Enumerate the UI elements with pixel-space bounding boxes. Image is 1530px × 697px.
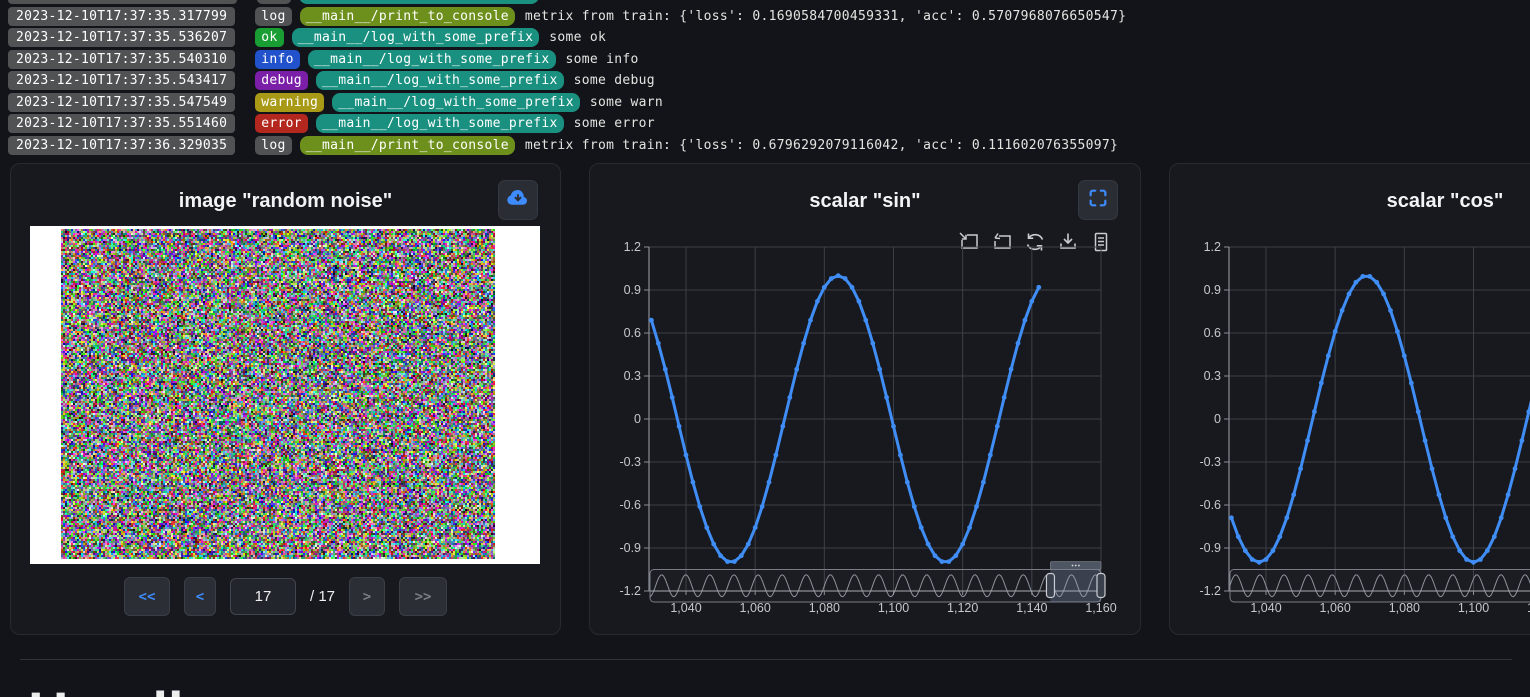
log-level-badge: error bbox=[255, 114, 308, 133]
svg-text:1,040: 1,040 bbox=[1250, 601, 1281, 615]
svg-text:0: 0 bbox=[1214, 412, 1221, 426]
log-level-badge: ok bbox=[255, 28, 283, 47]
log-message: some error bbox=[574, 116, 655, 131]
svg-text:1,100: 1,100 bbox=[878, 601, 909, 615]
log-row: 2023-12-10T17:37:36.329035 log __main__/… bbox=[8, 136, 1530, 155]
log-message: metrix from train: {'loss': 0.1690584700… bbox=[525, 9, 1126, 24]
datazoom-left-handle[interactable] bbox=[1046, 574, 1054, 598]
page-total-label: / 17 bbox=[310, 588, 335, 605]
svg-text:1,060: 1,060 bbox=[1320, 601, 1351, 615]
image-card-title: image "random noise" bbox=[11, 190, 560, 213]
section-divider bbox=[20, 659, 1512, 660]
log-row: 2023-12-10T17:37:35.543417 debug __main_… bbox=[8, 71, 1530, 90]
cloud-download-button[interactable] bbox=[498, 180, 538, 220]
datazoom-right-handle[interactable] bbox=[1097, 574, 1105, 598]
random-noise-image bbox=[61, 229, 495, 559]
log-row bbox=[8, 0, 1530, 4]
image-frame bbox=[30, 226, 540, 564]
log-row: 2023-12-10T17:37:35.547549 warning __mai… bbox=[8, 93, 1530, 112]
image-card: image "random noise" << < / 17 > >> bbox=[10, 163, 561, 635]
svg-text:-0.6: -0.6 bbox=[1199, 498, 1221, 512]
svg-text:1,120: 1,120 bbox=[947, 601, 978, 615]
log-message: some info bbox=[566, 52, 639, 67]
log-timestamp: 2023-12-10T17:37:35.536207 bbox=[8, 28, 235, 47]
svg-text:0.6: 0.6 bbox=[624, 326, 641, 340]
log-row: 2023-12-10T17:37:35.536207 ok __main__/l… bbox=[8, 28, 1530, 47]
svg-text:0.9: 0.9 bbox=[624, 283, 641, 297]
svg-text:0.3: 0.3 bbox=[1204, 369, 1221, 383]
log-message: metrix from train: {'loss': 0.6796292079… bbox=[525, 138, 1118, 153]
svg-text:1,080: 1,080 bbox=[809, 601, 840, 615]
dashboard: 2023-12-10T17:37:35.317799 log __main__/… bbox=[0, 0, 1530, 697]
log-row: 2023-12-10T17:37:35.540310 info __main__… bbox=[8, 50, 1530, 69]
first-page-button[interactable]: << bbox=[124, 577, 170, 616]
svg-text:-0.3: -0.3 bbox=[619, 455, 641, 469]
page-number-input[interactable] bbox=[230, 578, 296, 615]
log-row: 2023-12-10T17:37:35.317799 log __main__/… bbox=[8, 7, 1530, 26]
svg-text:1,080: 1,080 bbox=[1389, 601, 1420, 615]
log-source-badge: __main__/log_with_some_prefix bbox=[332, 93, 580, 112]
log-source-badge: __main__/print_to_console bbox=[300, 7, 515, 26]
svg-text:1,040: 1,040 bbox=[670, 601, 701, 615]
log-source-badge: __main__/log_with_some_prefix bbox=[316, 71, 564, 90]
log-source-badge: __main__/log_with_some_prefix bbox=[316, 114, 564, 133]
svg-text:1,140: 1,140 bbox=[1016, 601, 1047, 615]
svg-text:1,100: 1,100 bbox=[1458, 601, 1489, 615]
svg-text:0.6: 0.6 bbox=[1204, 326, 1221, 340]
sin-chart[interactable]: 1.2 0.9 0.6 0.3 0 -0.3 -0.6 -0.9 -1.2 1,040 1,060 1… bbox=[590, 164, 1142, 634]
scalar-cos-card: scalar "cos" 1.20.90.60.30-0.3-0.6-0.9-1… bbox=[1169, 163, 1530, 635]
svg-text:-1.2: -1.2 bbox=[619, 584, 641, 598]
log-source-badge: __main__/log_with_some_prefix bbox=[308, 50, 556, 69]
svg-text:-0.3: -0.3 bbox=[1199, 455, 1221, 469]
log-timestamp: 2023-12-10T17:37:35.551460 bbox=[8, 114, 235, 133]
log-row: 2023-12-10T17:37:35.551460 error __main_… bbox=[8, 114, 1530, 133]
svg-text:-1.2: -1.2 bbox=[1199, 584, 1221, 598]
log-source-badge: __main__/log_with_some_prefix bbox=[292, 28, 540, 47]
log-source-badge bbox=[299, 0, 539, 4]
log-message: some warn bbox=[590, 95, 663, 110]
datazoom-selection[interactable] bbox=[1050, 570, 1101, 603]
log-console: 2023-12-10T17:37:35.317799 log __main__/… bbox=[8, 0, 1530, 157]
svg-text:1.2: 1.2 bbox=[624, 240, 641, 254]
svg-text:-0.9: -0.9 bbox=[1199, 541, 1221, 555]
log-message: some debug bbox=[574, 73, 655, 88]
log-level-badge: info bbox=[255, 50, 300, 69]
scalar-sin-card: scalar "sin" bbox=[589, 163, 1141, 635]
cos-chart[interactable]: 1.2 0.9 0.6 0.3 0 -0.3 -0.6 -0.9 -1.2 1,040 1,060 1… bbox=[1170, 164, 1530, 634]
log-timestamp: 2023-12-10T17:37:35.317799 bbox=[8, 7, 235, 26]
svg-text:0: 0 bbox=[634, 412, 641, 426]
svg-text:1.2: 1.2 bbox=[1204, 240, 1221, 254]
image-pagination: << < / 17 > >> bbox=[11, 578, 560, 615]
next-page-button[interactable]: > bbox=[349, 577, 385, 616]
log-timestamp: 2023-12-10T17:37:35.540310 bbox=[8, 50, 235, 69]
svg-text:1,060: 1,060 bbox=[740, 601, 771, 615]
cloud-download-icon bbox=[505, 185, 531, 216]
log-timestamp bbox=[8, 0, 237, 4]
log-timestamp: 2023-12-10T17:37:35.547549 bbox=[8, 93, 235, 112]
svg-text:-0.6: -0.6 bbox=[619, 498, 641, 512]
prev-page-button[interactable]: < bbox=[184, 577, 216, 616]
log-level-badge: log bbox=[255, 136, 291, 155]
svg-text:0.3: 0.3 bbox=[624, 369, 641, 383]
log-timestamp: 2023-12-10T17:37:36.329035 bbox=[8, 136, 235, 155]
last-page-button[interactable]: >> bbox=[399, 577, 447, 616]
log-level-badge bbox=[257, 0, 291, 4]
log-message: some ok bbox=[549, 30, 606, 45]
log-level-badge: log bbox=[255, 7, 291, 26]
log-level-badge: debug bbox=[255, 71, 308, 90]
log-level-badge: warning bbox=[255, 93, 324, 112]
svg-text:-0.9: -0.9 bbox=[619, 541, 641, 555]
log-source-badge: __main__/print_to_console bbox=[300, 136, 515, 155]
next-section-heading: Handlers bbox=[28, 684, 268, 697]
svg-text:1,160: 1,160 bbox=[1085, 601, 1116, 615]
log-timestamp: 2023-12-10T17:37:35.543417 bbox=[8, 71, 235, 90]
svg-text:0.9: 0.9 bbox=[1204, 283, 1221, 297]
